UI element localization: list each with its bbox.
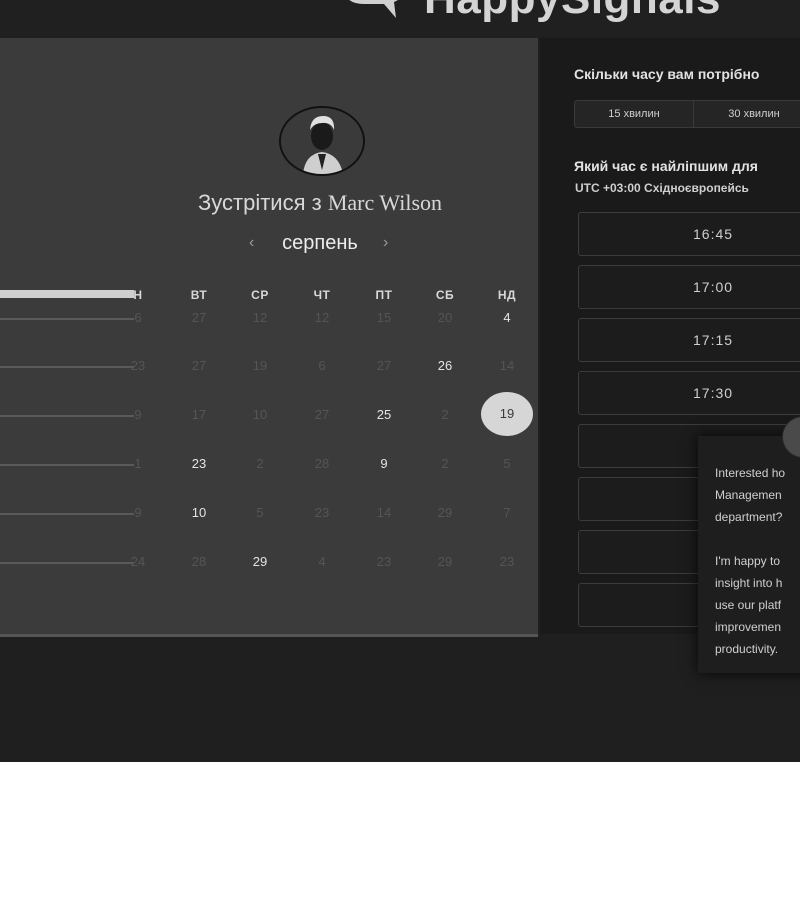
host-avatar	[279, 106, 365, 176]
calendar-day: 27	[376, 358, 392, 373]
calendar-day: 20	[437, 310, 453, 325]
duration-15-button[interactable]: 15 хвилин	[575, 101, 694, 127]
calendar-day: 27	[314, 407, 330, 422]
row-strikethrough-line	[0, 415, 134, 417]
calendar-day: 23	[499, 554, 515, 569]
person-photo-icon	[281, 108, 363, 174]
calendar-day: 17	[191, 407, 207, 422]
timezone-label: UTC +03:00 Східноєвропейсь	[575, 181, 749, 195]
host-name: Marc Wilson	[327, 190, 443, 215]
calendar-day: 4	[318, 554, 326, 569]
calendar-day: 28	[314, 456, 330, 471]
weekday-label: ЧТ	[313, 288, 331, 302]
calendar-day: 24	[130, 554, 146, 569]
calendar-day: 27	[191, 358, 207, 373]
speech-bubble-logo-icon	[349, 0, 398, 18]
time-question: Який час є найліпшим для	[574, 158, 758, 174]
calendar-day: 2	[441, 407, 449, 422]
row-strikethrough-line	[0, 464, 134, 466]
row-strikethrough-line	[0, 562, 134, 564]
calendar-day: 14	[376, 505, 392, 520]
calendar-day: 10	[252, 407, 268, 422]
weekday-label: НД	[497, 288, 517, 302]
calendar-day: 12	[314, 310, 330, 325]
calendar-day: 23	[314, 505, 330, 520]
calendar-day: 29	[437, 505, 453, 520]
calendar-day[interactable]: 10	[179, 505, 219, 520]
row-strikethrough-line	[0, 366, 134, 368]
row-strikethrough-line	[0, 318, 134, 320]
next-month-button[interactable]: ›	[383, 234, 388, 252]
calendar-day: 9	[134, 505, 142, 520]
month-label: серпень	[282, 232, 358, 254]
brand-logo-text: HappySignals	[424, 0, 721, 24]
chat-popup[interactable]: Interested ho Managemen department? I'm …	[698, 436, 800, 673]
duration-question: Скільки часу вам потрібно	[574, 66, 760, 82]
calendar-day: 28	[191, 554, 207, 569]
calendar-day: 23	[376, 554, 392, 569]
weekday-header-bar	[0, 290, 134, 298]
chat-message: Interested ho Managemen department? I'm …	[715, 466, 786, 656]
calendar-day[interactable]: 23	[179, 456, 219, 471]
time-slot-button[interactable]: 16:45	[578, 212, 800, 256]
calendar-day: 6	[134, 310, 142, 325]
weekday-label: ВТ	[190, 288, 208, 302]
meeting-title-prefix: Зустрітися з	[197, 190, 322, 215]
calendar-day: 5	[256, 505, 264, 520]
calendar-day[interactable]: 25	[364, 407, 404, 422]
calendar-day: 5	[503, 456, 511, 471]
weekday-label: СБ	[435, 288, 455, 302]
calendar-day: 19	[252, 358, 268, 373]
calendar-panel: Зустрітися з Marc Wilson ‹ серпень › Н ВТ…	[0, 38, 538, 637]
time-slot-button[interactable]: 17:00	[578, 265, 800, 309]
duration-selector: 15 хвилин 30 хвилин	[574, 100, 800, 128]
time-slot-button[interactable]: 17:15	[578, 318, 800, 362]
calendar-day[interactable]: 4	[487, 310, 527, 325]
calendar-day: 2	[256, 456, 264, 471]
month-navigation: ‹ серпень ›	[245, 232, 395, 260]
calendar-day: 2	[441, 456, 449, 471]
weekday-label: СР	[251, 288, 269, 302]
calendar-day[interactable]: 29	[240, 554, 280, 569]
row-strikethrough-line	[0, 513, 134, 515]
duration-30-button[interactable]: 30 хвилин	[695, 101, 800, 127]
calendar-day: 6	[318, 358, 326, 373]
calendar-day: 14	[499, 358, 515, 373]
header: HappySignals	[0, 0, 800, 36]
calendar-day: 1	[134, 456, 142, 471]
selected-day[interactable]: 19	[481, 392, 533, 436]
scheduler-page: HappySignals Зустрітися з Marc Wilson ‹ …	[0, 0, 800, 762]
calendar-day: 9	[134, 407, 142, 422]
calendar-day[interactable]: 26	[425, 358, 465, 373]
calendar-day: 27	[191, 310, 207, 325]
calendar-day[interactable]: 9	[364, 456, 404, 471]
calendar-day: 23	[130, 358, 146, 373]
calendar-day: 12	[252, 310, 268, 325]
calendar-day: 15	[376, 310, 392, 325]
time-slot-button[interactable]: 17:30	[578, 371, 800, 415]
calendar-day: 7	[503, 505, 511, 520]
weekday-label: ПТ	[375, 288, 393, 302]
calendar-day: 29	[437, 554, 453, 569]
weekday-label: Н	[133, 288, 143, 302]
